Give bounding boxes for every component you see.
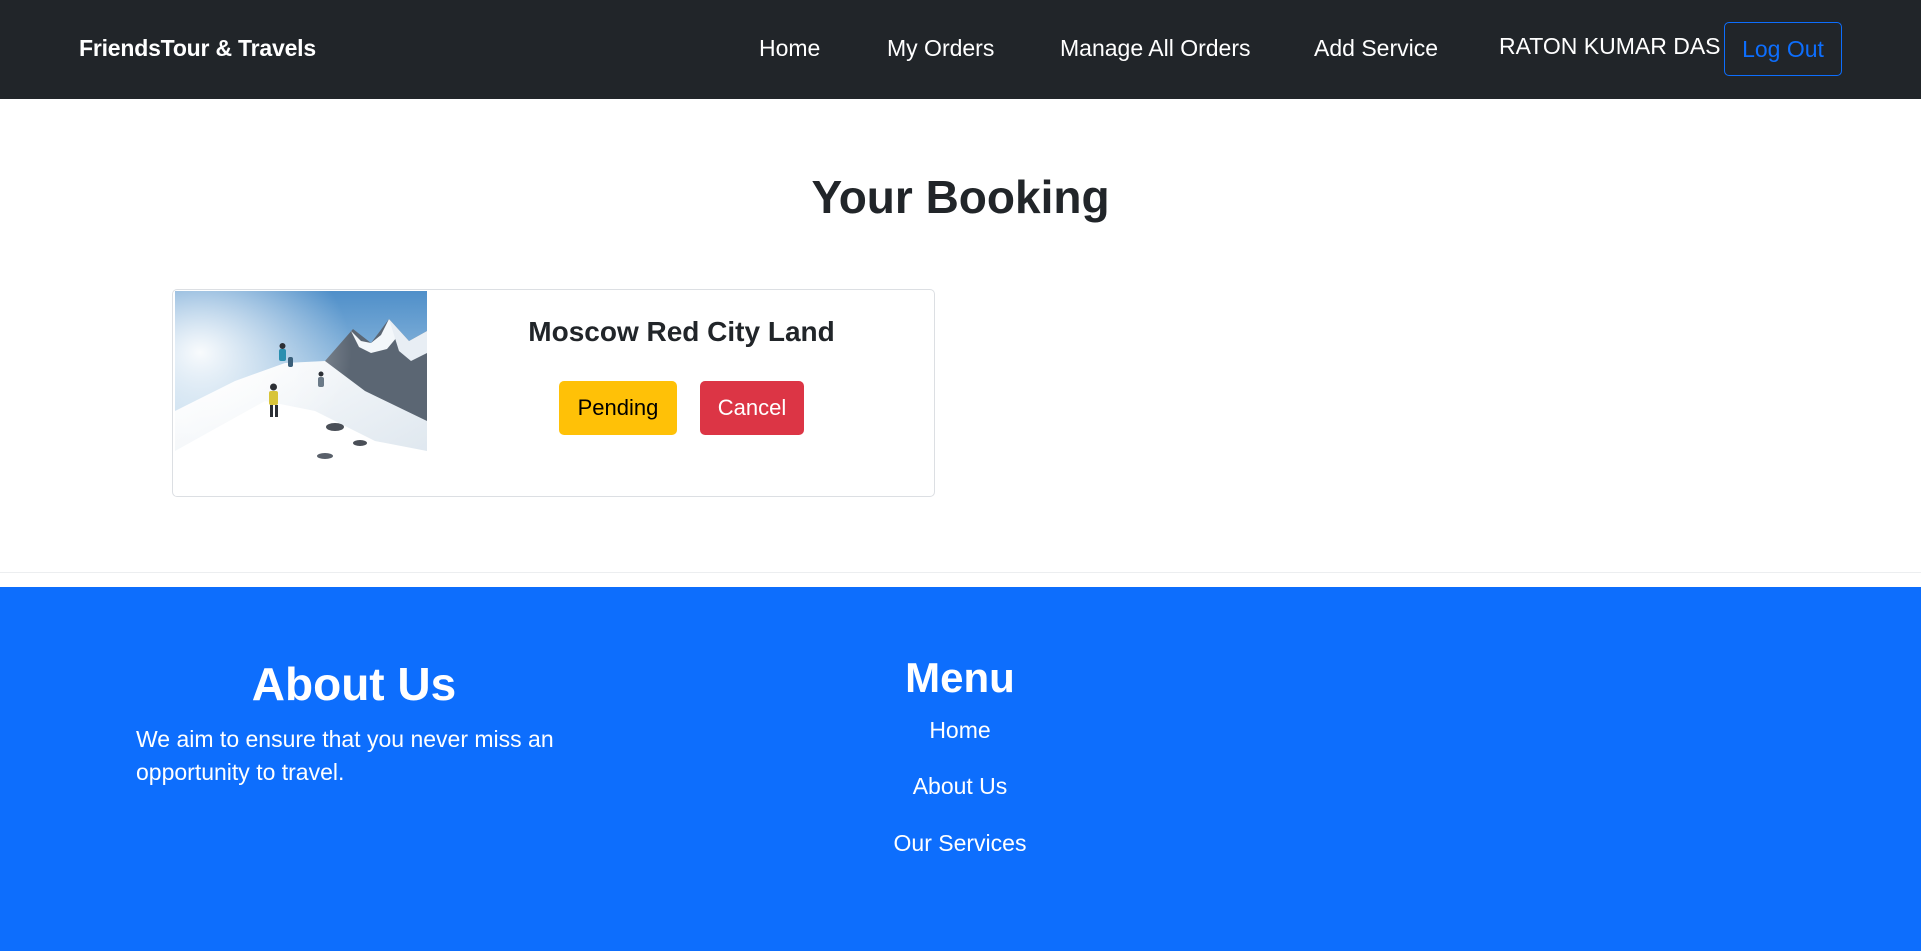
booking-card: Moscow Red City Land Pending Cancel: [172, 289, 935, 497]
cancel-booking-button[interactable]: Cancel: [700, 381, 804, 435]
pending-status-button[interactable]: Pending: [559, 381, 677, 435]
booking-image: [175, 291, 427, 496]
section-divider: [0, 572, 1921, 573]
footer-link-about-us[interactable]: About Us: [760, 773, 1160, 800]
footer-about-text: We aim to ensure that you never miss an …: [136, 726, 554, 785]
brand-logo[interactable]: FriendsTour & Travels: [79, 35, 316, 62]
nav-link-my-orders[interactable]: My Orders: [887, 35, 994, 62]
footer-menu-title: Menu: [905, 654, 1015, 701]
logout-button[interactable]: Log Out: [1724, 22, 1842, 76]
footer-about-title: About Us: [251, 658, 457, 710]
footer: About Us We aim to ensure that you never…: [0, 587, 1921, 951]
nav-link-add-service[interactable]: Add Service: [1314, 35, 1438, 62]
navbar: FriendsTour & Travels Home My Orders Man…: [0, 0, 1921, 99]
footer-link-our-services[interactable]: Our Services: [760, 830, 1160, 857]
nav-link-manage-all-orders[interactable]: Manage All Orders: [1060, 35, 1250, 62]
page-title: Your Booking: [811, 171, 1110, 223]
footer-link-home[interactable]: Home: [760, 717, 1160, 744]
booking-title: Moscow Red City Land: [528, 316, 835, 347]
nav-link-home[interactable]: Home: [759, 35, 820, 62]
user-name: RATON KUMAR DAS: [1499, 33, 1721, 59]
